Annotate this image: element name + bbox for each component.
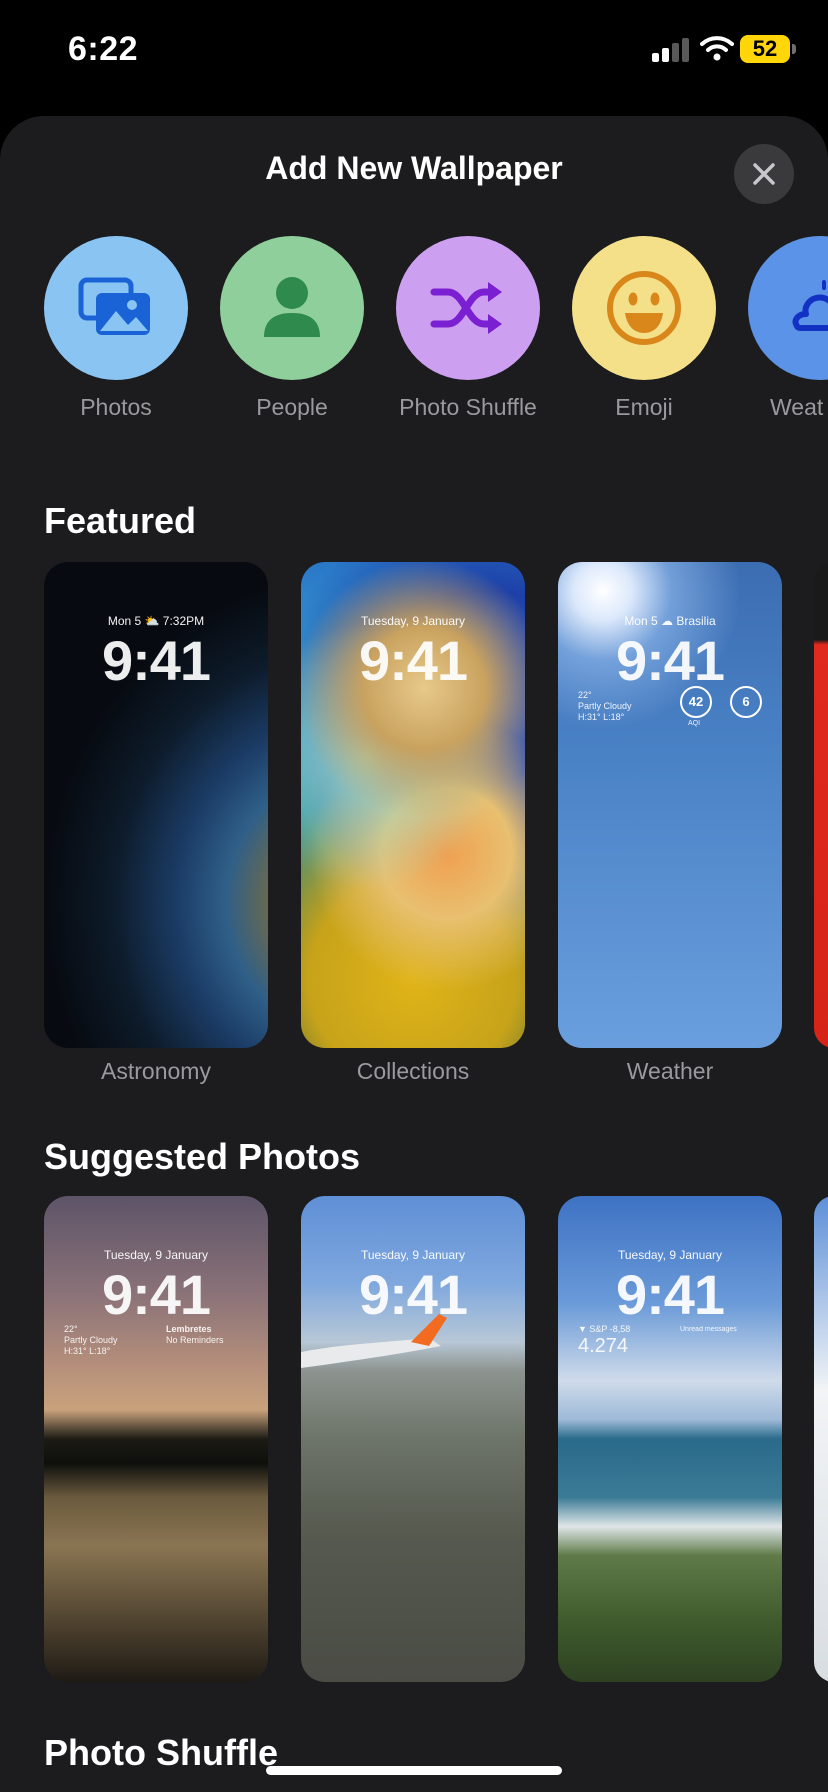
weather-icon bbox=[792, 280, 828, 331]
category-weather-circle bbox=[748, 236, 828, 380]
stocks-widget: ▼ S&P -8,58 4.274 bbox=[578, 1324, 630, 1357]
suggested-photo-partial[interactable] bbox=[814, 1196, 828, 1682]
wallpaper-card-collections[interactable]: Tuesday, 9 January 9:41 bbox=[301, 562, 525, 1048]
weather-widget-highlow: H:31° L:18° bbox=[64, 1346, 111, 1356]
add-wallpaper-sheet: Add New Wallpaper Photos People Photo Sh… bbox=[0, 116, 828, 1792]
lockscreen-clock: 9:41 bbox=[101, 1263, 211, 1326]
weather-widget-condition: Partly Cloudy bbox=[578, 701, 632, 711]
category-emoji-circle bbox=[572, 236, 716, 380]
suggested-photos-heading: Suggested Photos bbox=[44, 1136, 361, 1177]
lockscreen-clock: 9:41 bbox=[358, 1263, 468, 1326]
smiley-icon bbox=[607, 271, 681, 345]
battery-icon: 52 bbox=[740, 35, 790, 63]
reminders-widget-subtitle: No Reminders bbox=[166, 1335, 224, 1345]
uv-value: 6 bbox=[742, 694, 750, 709]
aqi-value: 42 bbox=[688, 694, 704, 709]
featured-label-weather: Weather bbox=[626, 1058, 714, 1084]
status-time: 6:22 bbox=[68, 30, 139, 68]
reminders-widget-title: Lembretes bbox=[166, 1324, 212, 1334]
weather-widget-temp: 22° bbox=[578, 690, 592, 700]
lockscreen-clock: 9:41 bbox=[101, 629, 211, 692]
messages-widget: Unread messages bbox=[680, 1324, 737, 1335]
category-label: Photos bbox=[80, 394, 152, 420]
cellular-signal-icon bbox=[652, 38, 692, 62]
category-emoji[interactable]: Emoji bbox=[572, 236, 716, 421]
photo-shuffle-heading: Photo Shuffle bbox=[44, 1732, 278, 1773]
lockscreen-clock: 9:41 bbox=[358, 629, 468, 692]
featured-label-astronomy: Astronomy bbox=[101, 1058, 211, 1084]
person-icon bbox=[264, 277, 320, 337]
lockscreen-date: Tuesday, 9 January bbox=[360, 614, 466, 628]
suggested-photo-sunset[interactable]: Tuesday, 9 January 9:41 22° Partly Cloud… bbox=[44, 1196, 268, 1682]
lockscreen-date: Tuesday, 9 January bbox=[617, 1248, 723, 1262]
category-shuffle-circle bbox=[396, 236, 540, 380]
weather-widget-temp: 22° bbox=[64, 1324, 78, 1334]
close-button[interactable] bbox=[734, 144, 794, 204]
close-icon bbox=[753, 163, 775, 185]
stocks-widget-value: 4.274 bbox=[578, 1335, 629, 1357]
suggested-photo-aerial[interactable]: Tuesday, 9 January 9:41 bbox=[301, 1196, 525, 1682]
wifi-icon bbox=[700, 36, 734, 61]
category-photos[interactable]: Photos bbox=[44, 236, 188, 421]
battery-cap bbox=[792, 44, 796, 54]
category-label: People bbox=[256, 394, 328, 420]
weather-widget: 22° Partly Cloudy H:31° L:18° bbox=[64, 1324, 118, 1357]
lockscreen-date: Mon 5 ☁ Brasilia bbox=[624, 614, 716, 628]
reminders-widget: Lembretes No Reminders bbox=[166, 1324, 224, 1346]
wallpaper-card-astronomy[interactable]: Mon 5 ⛅ 7:32PM 9:41 bbox=[44, 562, 268, 1048]
uv-gauge: 6 bbox=[730, 686, 762, 718]
messages-widget-title: Unread messages bbox=[680, 1326, 737, 1333]
featured-heading: Featured bbox=[44, 500, 197, 541]
category-people[interactable]: People bbox=[220, 236, 364, 421]
shuffle-icon bbox=[430, 282, 502, 334]
category-weather[interactable]: Weat bbox=[748, 236, 828, 421]
suggested-photo-beach[interactable]: Tuesday, 9 January 9:41 ▼ S&P -8,58 4.27… bbox=[558, 1196, 782, 1682]
photos-icon bbox=[78, 277, 150, 335]
sheet-title: Add New Wallpaper bbox=[265, 150, 563, 186]
status-bar: 6:22 52 bbox=[0, 0, 828, 110]
featured-label-collections: Collections bbox=[356, 1058, 470, 1084]
aqi-gauge: 42 bbox=[680, 686, 712, 718]
wallpaper-card-weather[interactable]: Mon 5 ☁ Brasilia 9:41 22° Partly Cloudy … bbox=[558, 562, 782, 1048]
battery-level: 52 bbox=[752, 36, 778, 61]
category-label: Emoji bbox=[615, 394, 673, 420]
category-label: Weat bbox=[770, 394, 824, 420]
lockscreen-clock: 9:41 bbox=[615, 629, 725, 692]
category-people-circle bbox=[220, 236, 364, 380]
aqi-label: AQI bbox=[687, 720, 701, 727]
weather-widget: 22° Partly Cloudy H:31° L:18° bbox=[578, 690, 632, 723]
lockscreen-date: Tuesday, 9 January bbox=[103, 1248, 209, 1262]
weather-widget-highlow: H:31° L:18° bbox=[578, 712, 625, 722]
lockscreen-date: Mon 5 ⛅ 7:32PM bbox=[107, 614, 205, 628]
weather-widget-condition: Partly Cloudy bbox=[64, 1335, 118, 1345]
stocks-widget-name: ▼ S&P -8,58 bbox=[578, 1324, 631, 1334]
wallpaper-card-partial[interactable] bbox=[814, 562, 828, 1048]
lockscreen-date: Tuesday, 9 January bbox=[360, 1248, 466, 1262]
category-label: Photo Shuffle bbox=[399, 394, 537, 420]
category-photos-circle bbox=[44, 236, 188, 380]
lockscreen-clock: 9:41 bbox=[615, 1263, 725, 1326]
home-indicator[interactable] bbox=[266, 1766, 562, 1775]
category-photo-shuffle[interactable]: Photo Shuffle bbox=[396, 236, 540, 421]
